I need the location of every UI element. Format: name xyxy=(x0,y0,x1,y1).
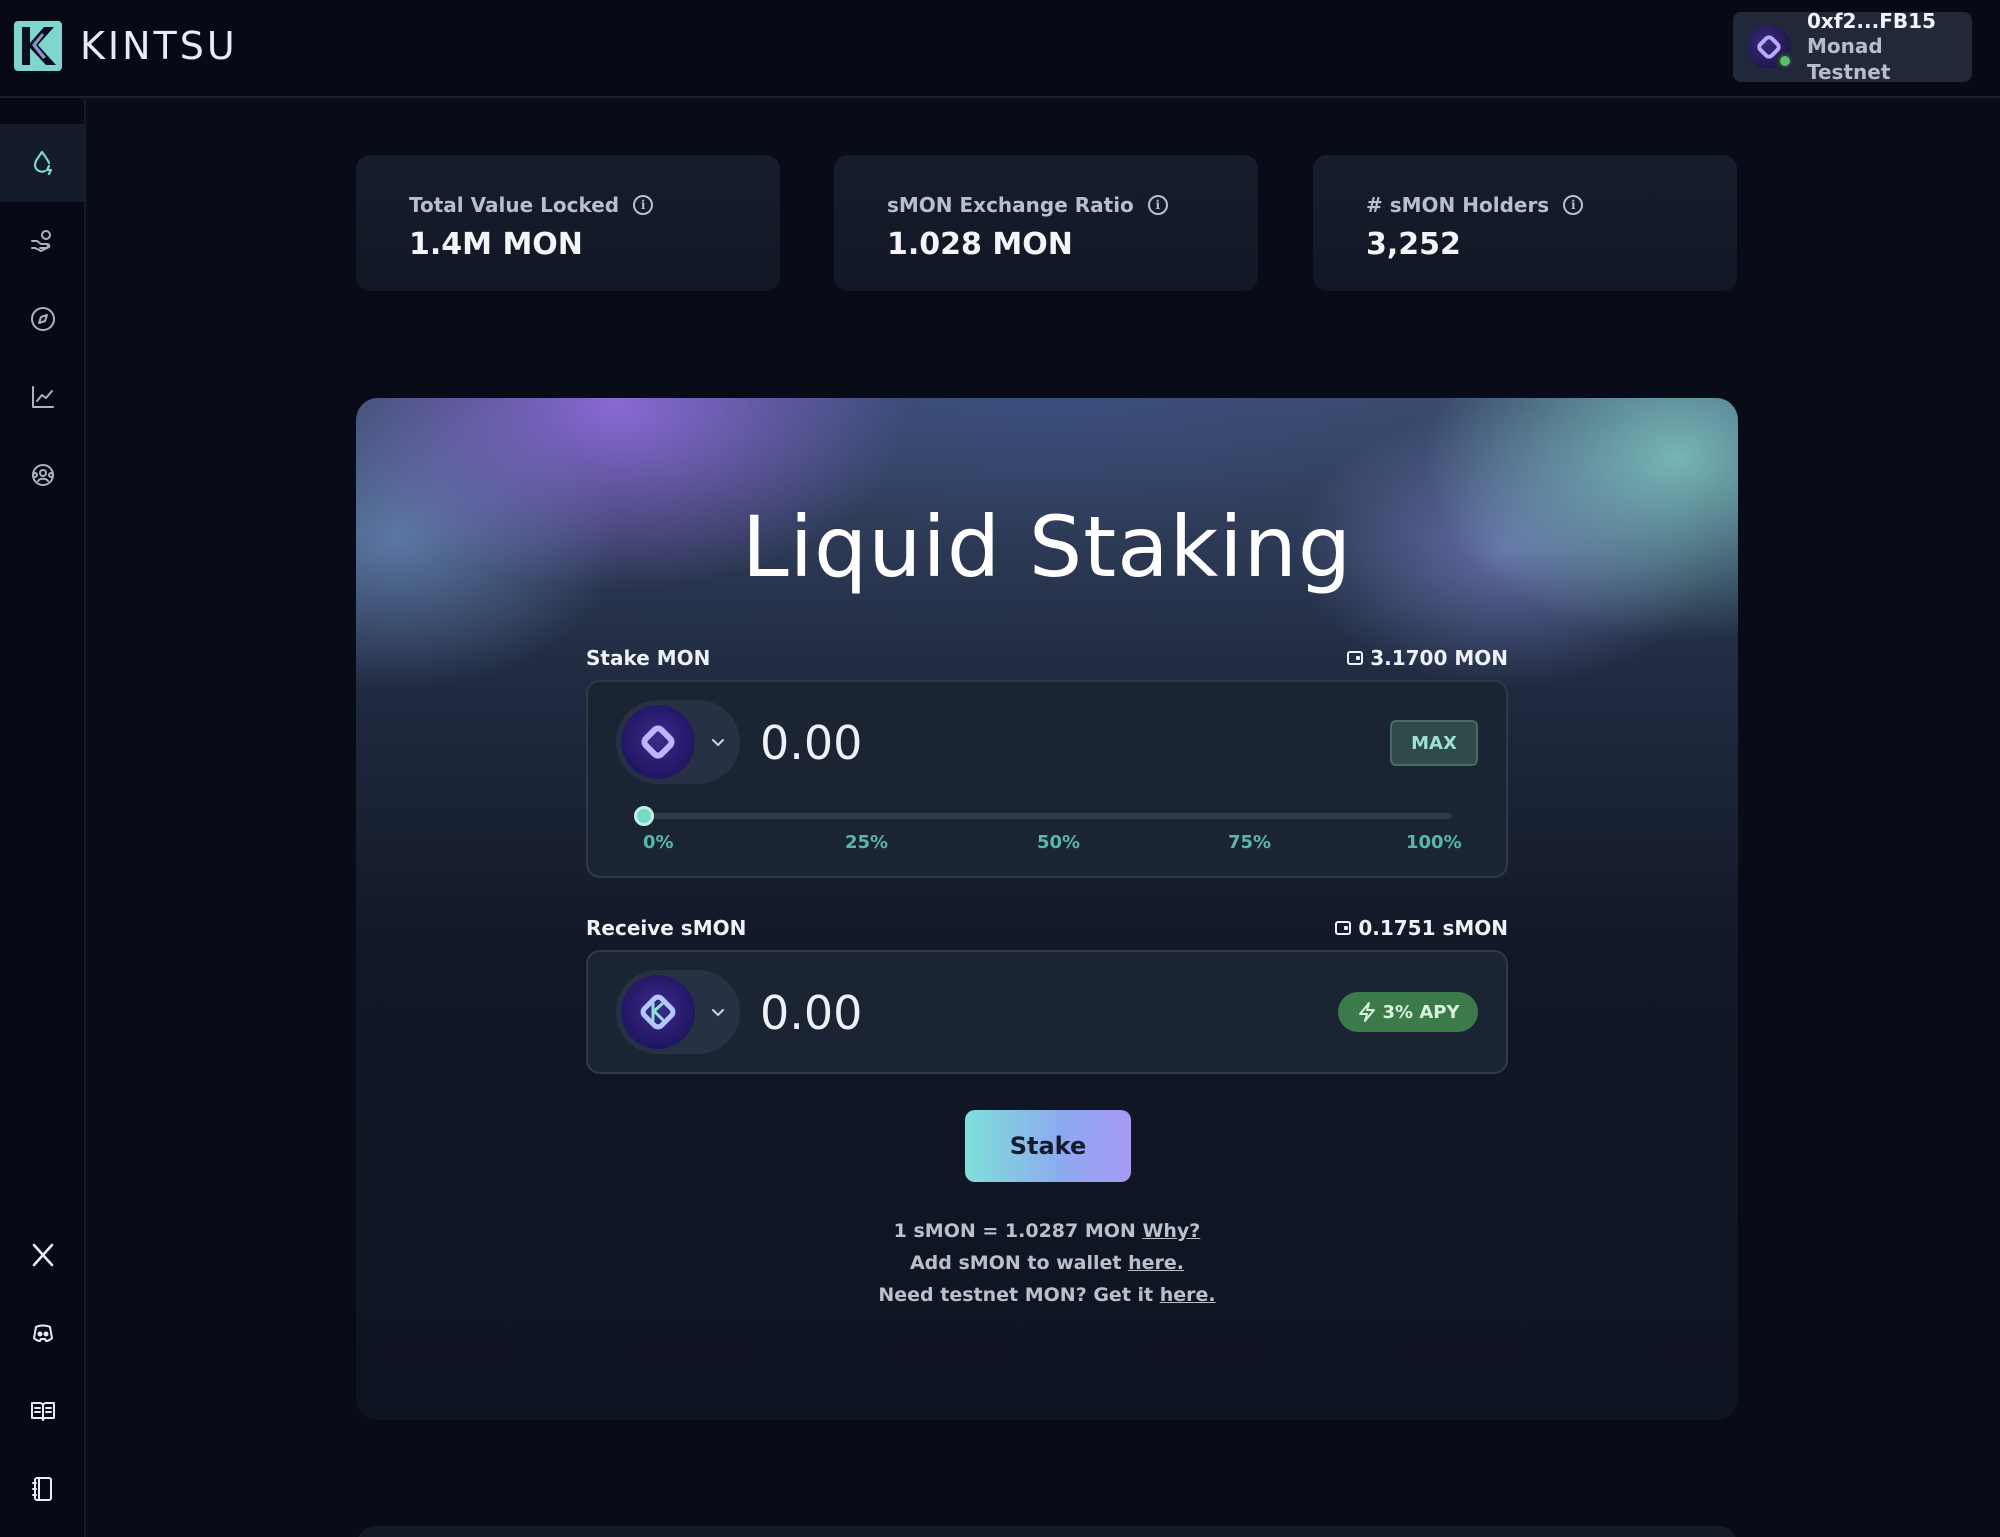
stake-button[interactable]: Stake xyxy=(965,1110,1131,1182)
apy-badge: 3% APY xyxy=(1338,992,1478,1032)
add-to-wallet-line: Add sMON to wallet here. xyxy=(356,1252,1738,1274)
sidebar-item-notes[interactable] xyxy=(0,1450,86,1528)
faucet-link[interactable]: here. xyxy=(1160,1284,1216,1306)
max-button[interactable]: MAX xyxy=(1390,720,1478,766)
stat-label: # sMON Holders xyxy=(1366,193,1550,217)
slider-tick-75[interactable]: 75% xyxy=(1228,832,1271,853)
wallet-icon xyxy=(1347,651,1364,665)
page-title: Liquid Staking xyxy=(741,498,1353,596)
faucet-text: Need testnet MON? Get it xyxy=(878,1284,1154,1306)
wallet-network: Monad Testnet xyxy=(1807,34,1891,84)
faucet-line: Need testnet MON? Get it here. xyxy=(356,1284,1738,1306)
sidebar-item-analytics[interactable] xyxy=(0,358,86,436)
smon-token-icon xyxy=(640,994,676,1030)
lightning-icon xyxy=(1358,1002,1375,1022)
stake-balance: 3.1700 MON xyxy=(1347,646,1508,670)
stake-input-box: 0.00 MAX 0% 25% 50% 75% 100% xyxy=(586,680,1508,878)
exchange-rate-line: 1 sMON = 1.0287 MON Why? xyxy=(356,1220,1738,1242)
sidebar-item-explore[interactable] xyxy=(0,280,86,358)
sidebar xyxy=(0,98,86,1537)
stake-label: Stake MON xyxy=(586,646,711,670)
x-twitter-icon xyxy=(32,1243,54,1267)
book-open-icon xyxy=(31,1402,55,1421)
info-icon[interactable]: i xyxy=(633,195,654,215)
stat-label: Total Value Locked xyxy=(409,193,620,217)
slider-tick-0[interactable]: 0% xyxy=(643,832,674,853)
sidebar-item-stake[interactable] xyxy=(0,124,86,202)
wallet-avatar xyxy=(1747,25,1795,71)
discord-icon xyxy=(33,1324,53,1342)
notebook-icon xyxy=(32,1477,52,1501)
add-to-wallet-text: Add sMON to wallet xyxy=(909,1252,1122,1274)
stat-value: 3,252 xyxy=(1366,227,1461,262)
slider-tick-50[interactable]: 50% xyxy=(1037,832,1080,853)
logo[interactable]: KINTSU xyxy=(14,20,238,72)
slider-thumb[interactable] xyxy=(634,806,654,826)
liquid-staking-card: Liquid Staking Stake MON 3.1700 MON 0.00… xyxy=(356,398,1738,1420)
receive-input-box: 0.00 3% APY xyxy=(586,950,1508,1074)
chevron-down-icon xyxy=(712,739,724,747)
sidebar-item-x[interactable] xyxy=(0,1216,86,1294)
add-to-wallet-link[interactable]: here. xyxy=(1128,1252,1184,1274)
compass-icon xyxy=(31,307,55,331)
stat-value: 1.028 MON xyxy=(887,227,1073,262)
stat-card-tvl: Total Value Locked i 1.4M MON xyxy=(356,155,780,291)
receive-balance-value: 0.1751 sMON xyxy=(1358,916,1508,940)
chevron-down-icon xyxy=(712,1009,724,1017)
stat-card-holders: # sMON Holders i 3,252 xyxy=(1313,155,1737,291)
top-bar: KINTSU 0xf2...FB15 Monad Testnet xyxy=(0,0,2000,98)
receive-balance: 0.1751 sMON xyxy=(1335,916,1508,940)
wallet-address: 0xf2...FB15 xyxy=(1807,9,1936,33)
receive-token-selector[interactable] xyxy=(616,970,740,1054)
sidebar-item-community[interactable] xyxy=(0,436,86,514)
slider-tick-25[interactable]: 25% xyxy=(845,832,888,853)
info-icon[interactable]: i xyxy=(1563,195,1584,215)
droplet-icon xyxy=(33,150,53,176)
secondary-card xyxy=(356,1526,1738,1537)
sidebar-item-docs[interactable] xyxy=(0,1372,86,1450)
stake-slider[interactable] xyxy=(644,813,1452,819)
mon-token-avatar xyxy=(621,705,695,779)
sidebar-item-earn[interactable] xyxy=(0,202,86,280)
info-icon[interactable]: i xyxy=(1147,195,1168,215)
stat-card-exchange-ratio: sMON Exchange Ratio i 1.028 MON xyxy=(834,155,1258,291)
receive-label: Receive sMON xyxy=(586,916,747,940)
stake-amount-input[interactable]: 0.00 xyxy=(760,716,862,770)
kintsu-logo-icon xyxy=(14,21,62,71)
smon-token-avatar xyxy=(621,975,695,1049)
monad-token-icon xyxy=(641,725,675,759)
wallet-button[interactable]: 0xf2...FB15 Monad Testnet xyxy=(1733,9,1972,84)
receive-amount-output: 0.00 xyxy=(760,986,863,1040)
community-icon xyxy=(32,464,54,486)
why-link[interactable]: Why? xyxy=(1142,1220,1200,1242)
apy-value: 3% APY xyxy=(1382,1001,1460,1023)
stake-balance-value: 3.1700 MON xyxy=(1370,646,1508,670)
sidebar-item-discord[interactable] xyxy=(0,1294,86,1372)
chart-line-icon xyxy=(32,386,54,408)
stat-label: sMON Exchange Ratio xyxy=(887,193,1134,217)
stat-value: 1.4M MON xyxy=(409,227,583,262)
wallet-icon xyxy=(1335,921,1352,935)
slider-tick-100[interactable]: 100% xyxy=(1406,832,1462,853)
hand-coins-icon xyxy=(31,230,51,252)
brand-name: KINTSU xyxy=(80,24,238,68)
stake-token-selector[interactable] xyxy=(616,700,740,784)
connected-status-icon xyxy=(1775,51,1795,71)
exchange-rate-text: 1 sMON = 1.0287 MON xyxy=(893,1220,1136,1242)
